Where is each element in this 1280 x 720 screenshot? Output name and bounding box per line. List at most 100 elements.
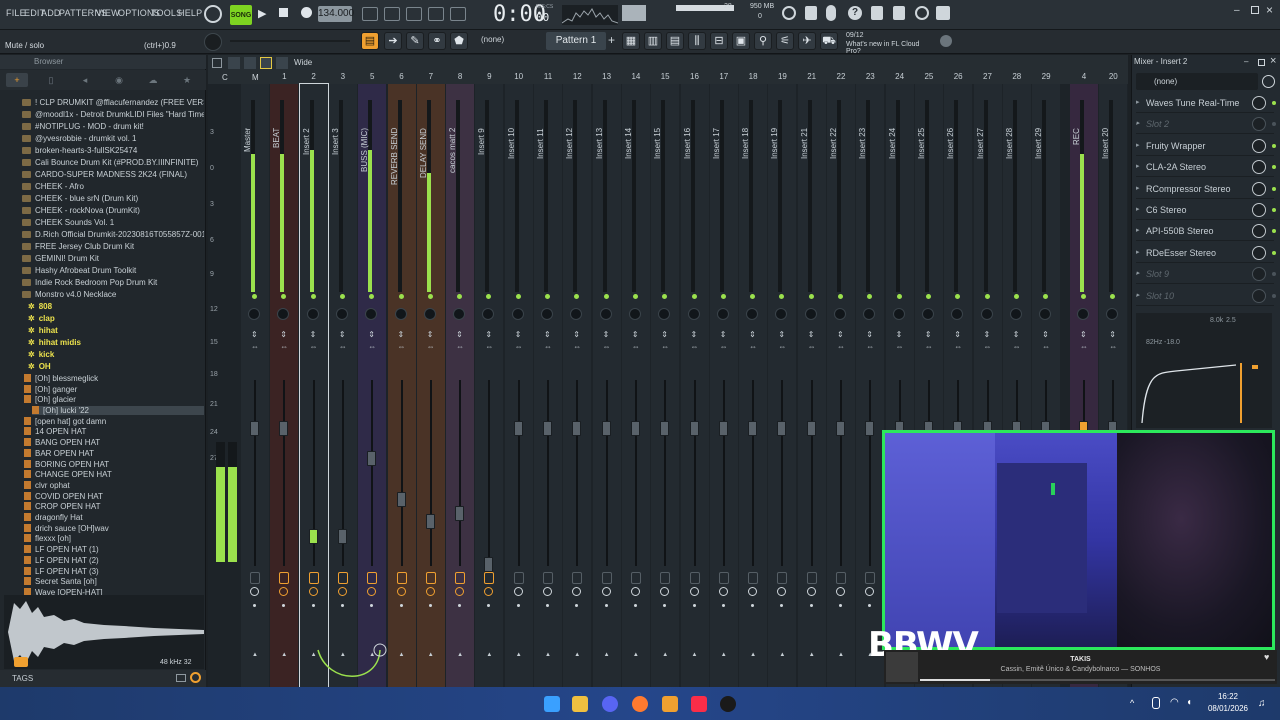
- route-target-icon[interactable]: [836, 587, 845, 596]
- track-name[interactable]: Insert 12: [565, 128, 577, 288]
- browser-file-item[interactable]: [Oh] ganger: [24, 385, 204, 394]
- stereo-separation-icon[interactable]: ⇕: [310, 330, 317, 339]
- slot-enable-led[interactable]: [1272, 250, 1276, 255]
- slot-mix-knob[interactable]: [1252, 138, 1266, 153]
- browser-file-item[interactable]: clvr ophat: [24, 481, 204, 490]
- mixer-track[interactable]: 14 Insert 14 ⇕ ⇔ ▲: [621, 72, 650, 687]
- slot-mix-knob[interactable]: [1252, 117, 1266, 132]
- volume-fader-handle[interactable]: [455, 506, 465, 522]
- route-dot-icon[interactable]: [839, 604, 842, 607]
- slot-mix-knob[interactable]: [1252, 96, 1266, 110]
- slot-enable-led[interactable]: [1272, 101, 1276, 105]
- route-dot-icon[interactable]: [428, 604, 432, 607]
- track-name[interactable]: Insert 27: [976, 128, 988, 288]
- stereo-separation-icon[interactable]: ⇕: [1080, 330, 1087, 339]
- browser-file-item[interactable]: drich sauce [OH]wav: [24, 524, 204, 533]
- preview-play-icon[interactable]: [14, 657, 28, 667]
- pan-knob[interactable]: [863, 308, 876, 320]
- send-arrow-icon[interactable]: ▲: [516, 652, 522, 658]
- route-dot-icon[interactable]: [575, 604, 579, 607]
- stereo-separation-icon[interactable]: ⇕: [954, 330, 961, 339]
- slot-enable-led[interactable]: [1272, 143, 1276, 148]
- volume-fader-track[interactable]: [517, 380, 520, 566]
- mixer-track[interactable]: 5 BUSS (MIC) ⇕ ⇔ ▲: [358, 72, 387, 687]
- swap-channels-icon[interactable]: ⇔: [749, 342, 757, 351]
- route-target-icon[interactable]: [806, 587, 816, 596]
- track-enable-led[interactable]: [574, 294, 580, 299]
- record-arm-icon[interactable]: [337, 572, 348, 584]
- browser-tab-files-icon[interactable]: ▯: [40, 73, 62, 87]
- track-name[interactable]: Insert 23: [858, 128, 870, 288]
- microphone-icon[interactable]: [826, 5, 836, 21]
- mixer-icon[interactable]: ⫼: [688, 32, 706, 50]
- effect-slot[interactable]: ▸ RCompressor Stereo: [1136, 179, 1276, 199]
- stereo-separation-icon[interactable]: ⇕: [1042, 330, 1049, 339]
- stereo-separation-icon[interactable]: ⇕: [661, 330, 668, 339]
- route-dot-icon[interactable]: [487, 604, 491, 607]
- route-dot-icon[interactable]: [516, 604, 520, 607]
- slot-enable-led[interactable]: [1272, 272, 1276, 277]
- volume-fader-handle[interactable]: [572, 420, 582, 436]
- volume-fader-track[interactable]: [664, 380, 667, 566]
- slot-expand-icon[interactable]: ▸: [1136, 179, 1140, 199]
- pan-knob[interactable]: [716, 308, 729, 320]
- browser-file-item[interactable]: BORING OPEN HAT: [24, 460, 204, 469]
- browser-folder-item[interactable]: broken-hearts-3-fullSK25474: [22, 146, 204, 155]
- browser-tab-all-icon[interactable]: +: [6, 73, 28, 87]
- record-arm-icon[interactable]: [630, 572, 641, 584]
- slot-expand-icon[interactable]: ▸: [1136, 93, 1140, 113]
- send-arrow-icon[interactable]: ▲: [779, 652, 785, 658]
- browser-folder-item[interactable]: CHEEK - rockNova (DrumKit): [22, 206, 204, 215]
- preset-menu-icon[interactable]: [1262, 75, 1275, 88]
- track-name[interactable]: Insert 21: [800, 128, 812, 288]
- edison-icon[interactable]: ✈: [798, 32, 816, 50]
- track-enable-led[interactable]: [632, 294, 638, 299]
- record-arm-icon[interactable]: [279, 572, 290, 584]
- save-icon[interactable]: [871, 6, 883, 20]
- track-enable-led[interactable]: [515, 294, 521, 299]
- track-enable-led[interactable]: [545, 294, 550, 299]
- volume-fader-handle[interactable]: [836, 420, 845, 436]
- record-icon[interactable]: [301, 7, 312, 18]
- swap-channels-icon[interactable]: ⇔: [778, 342, 786, 351]
- start-icon[interactable]: [544, 696, 560, 712]
- browser-subfolder-item[interactable]: ✲ clap: [28, 314, 204, 323]
- stereo-separation-icon[interactable]: ⇕: [984, 330, 991, 339]
- effect-slot[interactable]: ▸ API-550B Stereo: [1136, 221, 1276, 242]
- route-dot-icon[interactable]: [399, 604, 403, 607]
- browser-subfolder-item[interactable]: ✲ hihat: [28, 326, 204, 335]
- send-arrow-icon[interactable]: ▲: [252, 652, 258, 658]
- loop-record-icon[interactable]: [450, 7, 466, 21]
- stereo-separation-icon[interactable]: ⇕: [837, 330, 844, 339]
- route-dot-icon[interactable]: [721, 604, 725, 607]
- record-arm-icon[interactable]: [660, 572, 671, 584]
- effect-slot[interactable]: ▸ Slot 2: [1136, 114, 1276, 135]
- track-name[interactable]: cacos matt 2: [448, 128, 460, 288]
- effect-slot[interactable]: ▸ Fruity Wrapper: [1136, 136, 1276, 156]
- track-name[interactable]: Master: [243, 128, 255, 288]
- swap-channels-icon[interactable]: ⇔: [603, 342, 611, 351]
- notification-bell-icon[interactable]: ♫: [1258, 698, 1266, 709]
- browser-folder-item[interactable]: @moodl1x - Detroit DrumkLIDI Files "Hard…: [22, 110, 204, 119]
- swap-channels-icon[interactable]: ⇔: [398, 342, 406, 351]
- record-arm-icon[interactable]: [308, 572, 319, 584]
- slot-enable-led[interactable]: [1272, 165, 1276, 170]
- track-enable-led[interactable]: [896, 294, 902, 299]
- stereo-separation-icon[interactable]: ⇕: [427, 330, 434, 339]
- track-name[interactable]: Insert 10: [507, 128, 519, 288]
- pan-knob[interactable]: [453, 308, 466, 320]
- record-arm-icon[interactable]: [601, 572, 612, 584]
- browser-folder-item[interactable]: CHEEK - blue srN (Drum Kit): [22, 194, 204, 203]
- volume-fader-track[interactable]: [722, 380, 725, 566]
- route-dot-icon[interactable]: [868, 604, 872, 607]
- volume-fader-track[interactable]: [752, 380, 755, 566]
- stereo-separation-icon[interactable]: ⇕: [398, 330, 405, 339]
- send-arrow-icon[interactable]: ▲: [545, 652, 551, 658]
- file-explorer-icon[interactable]: [572, 696, 588, 712]
- slot-enable-led[interactable]: [1272, 229, 1276, 234]
- menu-file[interactable]: FILE: [6, 8, 26, 18]
- send-arrow-icon[interactable]: ▲: [750, 652, 756, 658]
- track-enable-led[interactable]: [398, 294, 404, 299]
- volume-fader-track[interactable]: [605, 380, 608, 566]
- swap-channels-icon[interactable]: ⇔: [1080, 342, 1088, 351]
